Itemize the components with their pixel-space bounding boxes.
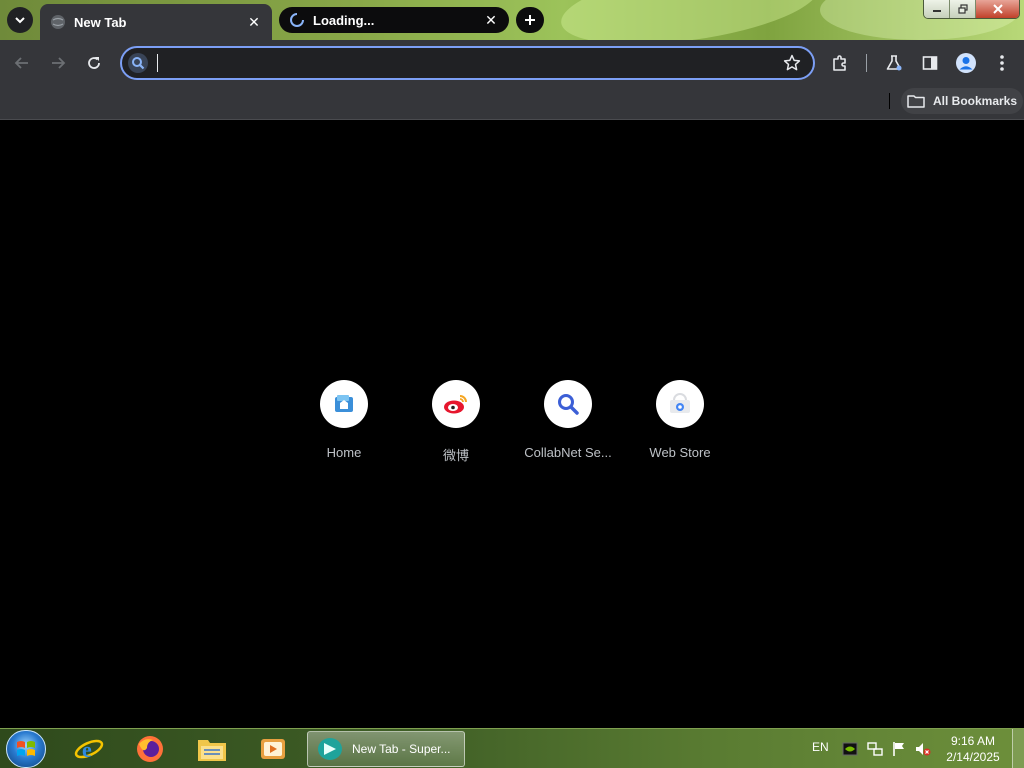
tab-new-tab[interactable]: New Tab ✕ [40, 4, 272, 40]
bookmarks-bar: All Bookmarks [0, 86, 1024, 120]
media-player-icon [261, 739, 285, 759]
restore-button[interactable] [950, 0, 976, 18]
windows-logo-icon [17, 741, 35, 756]
address-input[interactable] [156, 52, 756, 74]
close-window-button[interactable] [976, 0, 1019, 18]
text-caret [157, 54, 158, 72]
shortcut-tile [320, 380, 368, 428]
folder-icon [198, 740, 226, 761]
arrow-right-icon [52, 57, 66, 69]
close-icon [992, 4, 1003, 14]
collabnet-search-icon [558, 394, 579, 415]
profile-button[interactable] [955, 52, 977, 74]
start-button[interactable] [6, 730, 46, 768]
menu-button[interactable] [991, 52, 1013, 74]
action-center-flag-icon[interactable] [891, 741, 907, 757]
shortcut-tile [544, 380, 592, 428]
show-desktop-button[interactable] [1012, 729, 1024, 768]
search-icon [128, 53, 148, 73]
minimize-icon [932, 10, 941, 12]
weibo-icon [444, 395, 467, 414]
close-icon[interactable]: ✕ [246, 14, 262, 30]
internet-explorer-icon: e [74, 737, 104, 762]
shortcut-label: Web Store [649, 445, 711, 460]
taskbar-media-player[interactable] [256, 733, 290, 765]
flask-icon [886, 55, 902, 71]
loading-spinner-icon [289, 12, 305, 28]
shortcut-label: Home [326, 445, 362, 460]
side-panel-icon [922, 56, 938, 70]
taskbar-file-explorer[interactable] [195, 733, 229, 765]
toolbar-separator [866, 54, 867, 72]
bookmark-star-icon[interactable] [783, 54, 801, 72]
shortcut-collabnet-search[interactable]: CollabNet Se... [512, 380, 624, 470]
system-clock[interactable]: 9:16 AM 2/14/2025 [940, 733, 1006, 765]
taskbar-internet-explorer[interactable]: e [72, 733, 106, 765]
minimize-button[interactable] [924, 0, 950, 18]
taskbar-window-browser[interactable]: New Tab - Super... [307, 731, 465, 767]
more-vertical-icon [1000, 55, 1004, 71]
nvidia-icon[interactable] [842, 741, 858, 757]
browser-title-bar: New Tab ✕ Loading... ✕ [0, 0, 1024, 40]
shortcut-label: CollabNet Se... [524, 445, 612, 460]
clock-time: 9:16 AM [950, 734, 996, 748]
new-tab-button[interactable] [516, 7, 544, 33]
wallpaper-leaf [556, 0, 824, 40]
back-button[interactable] [10, 51, 34, 75]
shortcut-web-store[interactable]: Web Store [624, 380, 736, 470]
address-bar[interactable] [120, 46, 815, 80]
shortcut-tile [656, 380, 704, 428]
plus-icon [525, 15, 535, 25]
windows-taskbar: e New Tab - Super... EN 9:16 AM 2/14/202… [0, 728, 1024, 768]
firefox-icon [137, 736, 163, 762]
globe-icon [50, 14, 66, 30]
chevron-down-icon [15, 17, 25, 24]
new-tab-page: Home 微博 CollabNet Se... Web Store [0, 121, 1024, 728]
shortcut-label: 微博 [442, 448, 469, 463]
reload-button[interactable] [82, 51, 106, 75]
close-icon[interactable]: ✕ [483, 12, 499, 28]
arrow-left-icon [14, 57, 28, 69]
forward-button[interactable] [46, 51, 70, 75]
browser-app-icon [318, 738, 342, 760]
taskbar-firefox[interactable] [133, 733, 167, 765]
window-controls [923, 0, 1020, 19]
avatar-icon [956, 53, 976, 73]
labs-button[interactable] [883, 52, 905, 74]
web-store-icon [670, 393, 690, 413]
taskbar-window-title: New Tab - Super... [352, 742, 451, 756]
side-panel-button[interactable] [919, 52, 941, 74]
language-indicator[interactable]: EN [812, 740, 829, 754]
tab-search-button[interactable] [7, 7, 33, 33]
bookmarks-separator [889, 93, 890, 109]
restore-icon [957, 4, 968, 14]
shortcut-tile [432, 380, 480, 428]
extensions-button[interactable] [829, 52, 851, 74]
svg-text:e: e [82, 737, 92, 762]
network-icon[interactable] [867, 741, 883, 757]
tab-title: New Tab [74, 14, 127, 30]
reload-icon [88, 57, 100, 69]
shortcut-home[interactable]: Home [288, 380, 400, 470]
tab-loading[interactable]: Loading... ✕ [279, 7, 509, 33]
clock-date: 2/14/2025 [946, 750, 1000, 764]
volume-muted-icon[interactable] [915, 741, 931, 757]
home-folder-icon [335, 395, 353, 412]
tab-title: Loading... [313, 12, 375, 28]
folder-icon [907, 95, 925, 108]
shortcut-weibo[interactable]: 微博 [400, 380, 512, 470]
puzzle-icon [833, 55, 846, 71]
all-bookmarks-button[interactable]: All Bookmarks [901, 88, 1024, 114]
browser-toolbar [0, 40, 1024, 86]
all-bookmarks-label: All Bookmarks [933, 94, 1018, 108]
